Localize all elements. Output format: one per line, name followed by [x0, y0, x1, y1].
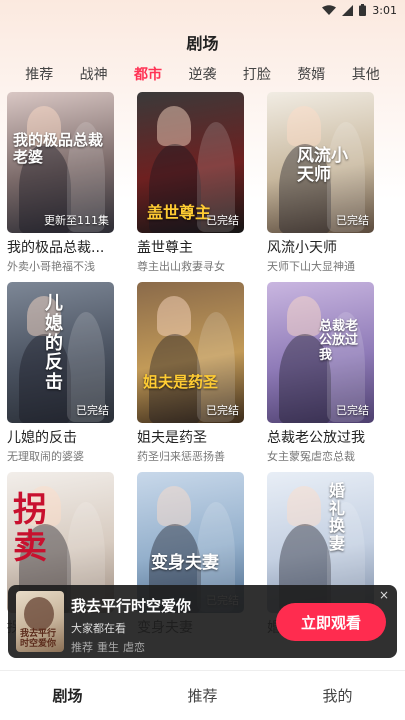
page-title: 剧场 [186, 34, 219, 53]
popup-tags: 推荐 重生 虐恋 [71, 639, 145, 655]
drama-subtitle: 女主蒙冤虐恋总裁 [267, 450, 355, 463]
tab-5[interactable]: 赘婿 [297, 64, 325, 86]
status-badge: 已完结 [206, 404, 239, 417]
drama-subtitle: 药圣归来惩恶扬善 [137, 450, 225, 463]
drama-poster[interactable]: 我的极品总裁老婆更新至111集 [7, 92, 114, 233]
poster-figure [157, 106, 191, 146]
drama-card[interactable]: 风流小天师 已完结 风流小天师 天师下山大显神通 [267, 92, 374, 275]
poster-title-art: 儿媳的反击 [45, 293, 63, 394]
popup-thumbnail[interactable]: 我去平行时空爱你 [16, 591, 64, 652]
tab-4[interactable]: 打脸 [243, 64, 271, 86]
poster-title-art: 风流小天师 [297, 146, 348, 185]
drama-grid: 我的极品总裁老婆 更新至111集 我的极品总裁... 外卖小哥艳福不浅 盖世尊主 已完结盖… [7, 92, 399, 655]
drama-title: 我的极品总裁... [7, 240, 105, 256]
drama-poster[interactable]: 盖世尊主 已完结 [137, 92, 244, 233]
status-badge: 更新至111集 [44, 214, 109, 227]
popup-tag: 推荐 [71, 641, 93, 654]
poster-title-art: 变身夫妻 [151, 553, 219, 573]
drama-title: 姐夫是药圣 [137, 430, 207, 446]
drama-poster[interactable]: 风流小天师已完结 [267, 92, 374, 233]
poster-title-art: 拐卖 [13, 490, 47, 568]
drama-subtitle: 外卖小哥艳福不浅 [7, 260, 95, 273]
battery-icon [359, 4, 367, 16]
drama-poster[interactable]: 姐夫是药圣已完结 [137, 282, 244, 423]
drama-card[interactable]: 盖世尊主 已完结盖世尊主尊主出山救妻寻女 [137, 92, 244, 275]
drama-subtitle: 尊主出山救妻寻女 [137, 260, 225, 273]
drama-title: 盖世尊主 [137, 240, 193, 256]
category-tabs: 推荐 战神 都市 逆袭 打脸 赘婿 其他 [0, 64, 405, 86]
bottom-nav-item-0[interactable]: 剧场 [18, 685, 118, 706]
tab-0[interactable]: 推荐 [25, 64, 53, 86]
poster-figure [157, 486, 191, 526]
status-badge: 已完结 [206, 214, 239, 227]
bottom-nav-item-1[interactable]: 推荐 [153, 685, 253, 706]
popup-subtitle: 大家都在看 [71, 622, 126, 635]
poster-figure [287, 296, 321, 336]
drama-title: 儿媳的反击 [7, 430, 77, 446]
signal-icon [342, 4, 354, 16]
drama-subtitle: 无理取闹的婆婆 [7, 450, 84, 463]
drama-card[interactable]: 儿媳的反击 已完结 儿媳的反击 无理取闹的婆婆 [7, 282, 114, 465]
poster-title-art: 总裁老公放过我 [319, 319, 359, 363]
poster-figure [287, 486, 321, 526]
poster-figure [287, 106, 321, 146]
drama-card[interactable]: 总裁老公放过我 已完结 总裁老公放过我 女主蒙冤虐恋总裁 [267, 282, 374, 465]
popup-tag: 虐恋 [123, 641, 145, 654]
tab-6[interactable]: 其他 [352, 64, 380, 86]
close-icon[interactable]: × [377, 588, 391, 602]
watch-now-button[interactable]: 立即观看 [276, 603, 386, 641]
popup-tag: 重生 [97, 641, 119, 654]
drama-subtitle: 天师下山大显神通 [267, 260, 355, 273]
drama-card[interactable]: 我的极品总裁老婆更新至111集我的极品总裁... 外卖小哥艳福不浅 [7, 92, 114, 275]
recommendation-popup[interactable]: 我去平行时空爱你 我去平行时空爱你 大家都在看 推荐 重生 虐恋 立即观看 × [8, 585, 397, 658]
bottom-nav-item-2[interactable]: 我的 [288, 685, 388, 706]
drama-title: 风流小天师 [267, 240, 337, 256]
drama-title: 总裁老公放过我 [267, 430, 365, 446]
status-badge: 已完结 [76, 404, 109, 417]
poster-figure [157, 296, 191, 336]
popup-title: 我去平行时空爱你 [71, 597, 192, 615]
status-bar: 3:01 [0, 0, 405, 20]
tab-3[interactable]: 逆袭 [188, 64, 216, 86]
popup-thumbnail-text: 我去平行时空爱你 [20, 629, 57, 649]
poster-title-art: 婚礼换妻 [329, 481, 346, 553]
bottom-nav: 剧场 推荐 我的 [0, 670, 405, 720]
wifi-icon [322, 4, 337, 16]
drama-card[interactable]: 姐夫是药圣 已完结 姐夫是药圣 药圣归来惩恶扬善 [137, 282, 244, 465]
drama-poster[interactable]: 儿媳的反击 已完结 [7, 282, 114, 423]
poster-title-art: 姐夫是药圣 [143, 373, 219, 391]
tab-2[interactable]: 都市 [134, 64, 162, 86]
tab-1[interactable]: 战神 [80, 64, 108, 86]
poster-title-art: 我的极品总裁老婆 [13, 131, 104, 166]
drama-poster[interactable]: 总裁老公放过我已完结 [267, 282, 374, 423]
status-badge: 已完结 [336, 214, 369, 227]
status-badge: 已完结 [336, 404, 369, 417]
status-time: 3:01 [372, 3, 397, 17]
